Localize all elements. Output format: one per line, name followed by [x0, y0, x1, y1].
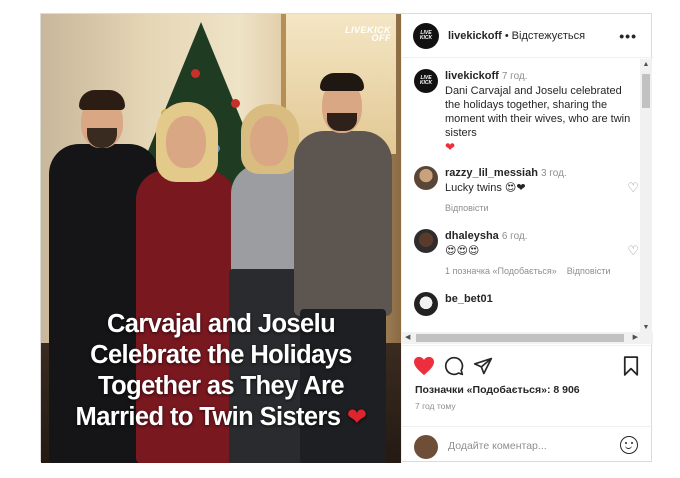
caption-line: Celebrate the Holidays — [90, 341, 352, 369]
share-send-icon[interactable] — [473, 356, 493, 376]
comment-time: 3 год. — [540, 168, 567, 179]
post-side-panel: LIVE KICK livekickoff • Відстежується •••… — [401, 14, 653, 463]
commenter-avatar[interactable] — [414, 292, 438, 316]
comment-like-icon[interactable]: ♡ — [627, 180, 639, 196]
account-avatar[interactable]: LIVE KICK — [413, 22, 439, 49]
caption-line: Married to Twin Sisters ❤ — [75, 403, 367, 431]
description-avatar[interactable]: LIVE KICK — [414, 69, 438, 93]
caption-line: Together as They Are — [98, 372, 345, 400]
comment-username[interactable]: razzy_lil_messiah — [445, 167, 538, 179]
scroll-down-arrow-icon[interactable]: ▼ — [640, 324, 652, 331]
add-comment-bar: Додайте коментар... — [402, 426, 653, 464]
comment-item: dhaleysha 6 год. 😍😍😍 1 позначка «Подобаєт… — [414, 229, 639, 279]
current-user-avatar — [414, 435, 438, 459]
red-heart-emoji: ❤ — [346, 404, 367, 431]
image-caption: Carvajal and Joselu Celebrate the Holida… — [41, 309, 401, 433]
description-username[interactable]: livekickoff — [445, 70, 499, 82]
comment-time: 6 год. — [501, 231, 528, 242]
heart-filled-icon[interactable] — [413, 356, 435, 376]
comment-username[interactable]: be_bet01 — [445, 293, 493, 305]
horizontal-scrollbar[interactable]: ◀ ▶ — [402, 332, 653, 344]
heart-emoji: ❤ — [445, 140, 456, 154]
reply-button[interactable]: Відповісти — [445, 203, 489, 213]
scroll-up-arrow-icon[interactable]: ▲ — [640, 61, 652, 68]
commenter-avatar[interactable] — [414, 166, 438, 190]
comment-input[interactable]: Додайте коментар... — [448, 440, 547, 452]
comment-like-icon[interactable]: ♡ — [627, 243, 639, 259]
livekickoff-watermark: LIVEKICK OFF — [345, 25, 392, 43]
more-options-icon[interactable]: ••• — [619, 28, 637, 44]
reply-button[interactable]: Відповісти — [567, 266, 611, 276]
comment-icon[interactable] — [444, 356, 464, 376]
description-text: Dani Carvajal and Joselu celebrated the … — [445, 85, 631, 139]
likes-count[interactable]: Позначки «Подобається»: 8 906 — [415, 384, 580, 396]
comment-text: 😍😍😍 — [445, 245, 480, 257]
comment-likes-count[interactable]: 1 позначка «Подобається» — [445, 266, 557, 276]
comment-username[interactable]: dhaleysha — [445, 230, 499, 242]
comment-item: be_bet01 — [414, 292, 639, 322]
vertical-scroll-thumb[interactable] — [642, 74, 650, 108]
emoji-picker-icon[interactable] — [620, 436, 638, 454]
horizontal-scroll-thumb[interactable] — [416, 334, 624, 342]
vertical-scrollbar[interactable]: ▲ ▼ — [640, 59, 652, 332]
scroll-right-arrow-icon[interactable]: ▶ — [633, 332, 638, 344]
post-header: LIVE KICK livekickoff • Відстежується ••• — [402, 14, 653, 58]
comments-scroll-area[interactable]: LIVE KICK livekickoff 7 год. Dani Carvajal… — [402, 59, 653, 344]
post-actions: Позначки «Подобається»: 8 906 7 год тому… — [402, 345, 653, 463]
post-timestamp[interactable]: 7 год тому — [415, 401, 456, 411]
scroll-left-arrow-icon[interactable]: ◀ — [405, 332, 410, 344]
caption-line: Carvajal and Joselu — [106, 310, 336, 338]
comment-item: razzy_lil_messiah 3 год. Lucky twins 😍❤ В… — [414, 166, 639, 216]
separator-dot: • — [504, 29, 509, 42]
commenter-avatar[interactable] — [414, 229, 438, 253]
comment-text: Lucky twins 😍❤ — [445, 182, 526, 194]
post-image[interactable]: LIVEKICK OFF Carvajal and Joselu Celebrat… — [41, 14, 401, 463]
bookmark-icon[interactable] — [623, 356, 639, 376]
account-username[interactable]: livekickoff — [448, 30, 502, 42]
description-time: 7 год. — [501, 71, 528, 82]
action-icons-row — [413, 356, 642, 378]
post-description: LIVE KICK livekickoff 7 год. Dani Carvajal… — [414, 69, 639, 154]
follow-status-button[interactable]: Відстежується — [512, 30, 585, 42]
instagram-post: LIVEKICK OFF Carvajal and Joselu Celebrat… — [40, 13, 653, 463]
